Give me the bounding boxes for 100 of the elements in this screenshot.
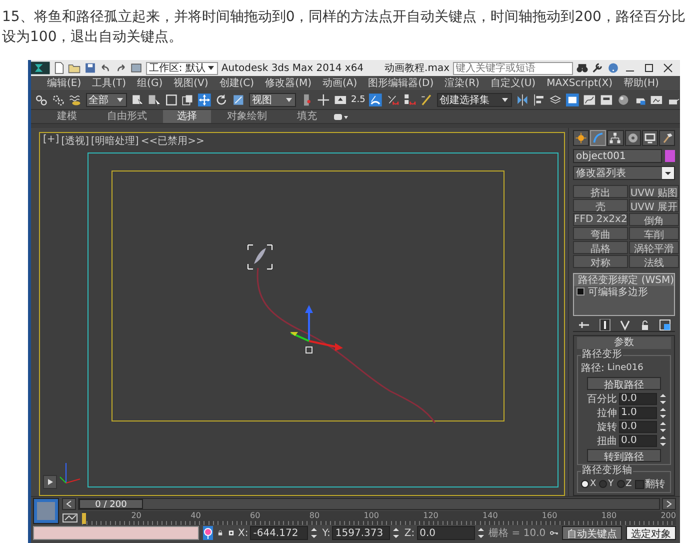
modifier-list-dropdown[interactable]: 修改器列表: [573, 166, 675, 180]
maximize-icon[interactable]: [644, 63, 654, 73]
pin-icon[interactable]: [577, 319, 591, 331]
menu-item[interactable]: 动画(A): [322, 76, 358, 90]
modifier-button[interactable]: 挤出: [573, 185, 628, 198]
spinner-arrows-icon[interactable]: [476, 527, 485, 539]
spinner-arrows-icon[interactable]: [659, 420, 667, 432]
menu-item[interactable]: 工具(T): [92, 76, 126, 90]
square-icon[interactable]: [576, 287, 586, 297]
location-pin-icon[interactable]: [203, 527, 213, 539]
timeline-ruler[interactable]: 20 40 60 80 100 120 140 160 180 200: [82, 511, 676, 525]
radio-button[interactable]: [616, 480, 625, 488]
object-color-swatch[interactable]: [665, 150, 675, 162]
material-editor-icon[interactable]: [616, 92, 630, 108]
scene-explorer-icon[interactable]: [566, 92, 580, 108]
menu-item[interactable]: 创建(C): [219, 76, 254, 90]
modifier-button[interactable]: 晶格: [573, 241, 628, 254]
select-object-icon[interactable]: [130, 92, 144, 108]
modifier-button[interactable]: 弯曲: [573, 227, 628, 240]
ribbon-tab[interactable]: 自由形式: [93, 110, 161, 123]
crosshair-icon[interactable]: [317, 92, 330, 108]
spinner-field[interactable]: 0.0: [619, 420, 657, 432]
ribbon-tab[interactable]: 填充: [283, 110, 331, 123]
curve-editor-icon[interactable]: [583, 92, 596, 108]
reference-coordinate-dropdown[interactable]: 视图: [248, 93, 296, 107]
object-name-field[interactable]: object001: [573, 149, 662, 163]
preview-button[interactable]: [33, 498, 59, 524]
padlock-icon[interactable]: [639, 319, 651, 331]
menu-item[interactable]: 渲染(R): [444, 76, 480, 90]
modifier-button[interactable]: 对称: [573, 255, 628, 268]
right-chevron-icon[interactable]: [666, 500, 672, 508]
caret-icon[interactable]: [662, 167, 674, 179]
modifier-stack-item[interactable]: 可编辑多边形: [588, 285, 674, 299]
checkbox[interactable]: [634, 480, 644, 488]
snap-toggle[interactable]: 2.5: [351, 95, 366, 105]
menu-item[interactable]: 组(G): [137, 76, 163, 90]
new-file-icon[interactable]: [52, 60, 66, 76]
viewport-label[interactable]: <<已禁用>>: [140, 134, 204, 148]
viewport-label[interactable]: [透视]: [61, 134, 89, 148]
caret-icon[interactable]: [207, 64, 216, 72]
align-icon[interactable]: [532, 92, 546, 108]
previous-frame-button[interactable]: [62, 498, 76, 510]
viewport-label[interactable]: [+]: [43, 134, 60, 148]
ribbon-tab[interactable]: 建模: [43, 110, 91, 123]
spinner-field[interactable]: 0.0: [619, 392, 657, 404]
coordinate-field[interactable]: -644.172: [250, 526, 308, 540]
edit-named-selection-icon[interactable]: [420, 92, 433, 108]
end-result-icon[interactable]: [599, 319, 611, 331]
fork-icon[interactable]: [619, 319, 631, 331]
ribbon-tab[interactable]: 选择: [163, 110, 211, 123]
next-frame-button[interactable]: [662, 498, 676, 510]
radio-button[interactable]: [599, 480, 608, 488]
modifier-button[interactable]: UVW 贴图: [629, 185, 679, 198]
auto-key-button[interactable]: 自动关键点: [562, 526, 622, 540]
window-crossing-icon[interactable]: [181, 92, 194, 108]
workspace-dropdown[interactable]: 工作区: 默认: [146, 62, 218, 74]
close-icon[interactable]: [663, 63, 674, 73]
move-to-path-button[interactable]: 转到路径: [587, 449, 661, 462]
spinner-arrows-icon[interactable]: [659, 406, 667, 418]
menu-item[interactable]: 帮助(H): [624, 76, 659, 90]
menu-item[interactable]: 视图(V): [174, 76, 208, 90]
spinner-arrows-icon[interactable]: [659, 434, 667, 446]
caret-icon[interactable]: [500, 96, 509, 104]
modifier-button[interactable]: 车削: [629, 227, 679, 240]
rollout-header[interactable]: 参数: [577, 337, 671, 349]
coordinate-field[interactable]: 0.0: [416, 526, 475, 540]
modifier-button[interactable]: FFD 2x2x2: [573, 213, 628, 226]
key-filter-dropdown[interactable]: 选定对象: [626, 526, 676, 540]
angle-snap-icon[interactable]: [369, 92, 382, 108]
menu-item[interactable]: 图形编辑器(D): [368, 76, 434, 90]
menu-item[interactable]: 修改器(M): [265, 76, 312, 90]
modifier-button[interactable]: 法线: [629, 255, 679, 268]
named-selection-dropdown[interactable]: 创建选择集: [436, 93, 512, 107]
ribbon-tab[interactable]: 对象绘制: [213, 110, 281, 123]
move-arrows-icon[interactable]: [198, 92, 212, 108]
spinner-field[interactable]: 1.0: [619, 406, 657, 418]
selection-filter-dropdown[interactable]: 全部: [86, 93, 127, 107]
curve-editor-toggle-icon[interactable]: [62, 512, 78, 524]
menu-item[interactable]: 自定义(U): [490, 76, 536, 90]
scale-icon[interactable]: [232, 92, 245, 108]
spinner-arrows-icon[interactable]: [392, 527, 400, 539]
maxscript-listener-field[interactable]: [33, 526, 199, 540]
spinner-arrows-icon[interactable]: [310, 527, 318, 539]
viewport-label[interactable]: [明暗处理]: [91, 134, 139, 148]
time-slider-thumb[interactable]: 0 / 200: [79, 499, 143, 509]
radio-button[interactable]: [581, 480, 589, 488]
spinner-arrows-icon[interactable]: [659, 392, 667, 404]
rectangle-region-icon[interactable]: [164, 92, 178, 108]
select-by-name-icon[interactable]: [148, 92, 161, 108]
configure-sets-icon[interactable]: [659, 319, 671, 331]
expand-button[interactable]: [43, 475, 57, 489]
modifier-button[interactable]: 涡轮平滑: [629, 241, 679, 254]
app-logo-icon[interactable]: [31, 60, 50, 76]
coordinate-field[interactable]: 1597.373: [332, 526, 390, 540]
menu-item[interactable]: MAXScript(X): [546, 78, 613, 88]
spinner-field[interactable]: 0.0: [619, 434, 657, 446]
play-triangle-icon[interactable]: [46, 478, 54, 486]
schematic-view-icon[interactable]: [600, 92, 613, 108]
mirror-icon[interactable]: [516, 92, 529, 108]
menu-item[interactable]: 编辑(E): [47, 76, 82, 90]
